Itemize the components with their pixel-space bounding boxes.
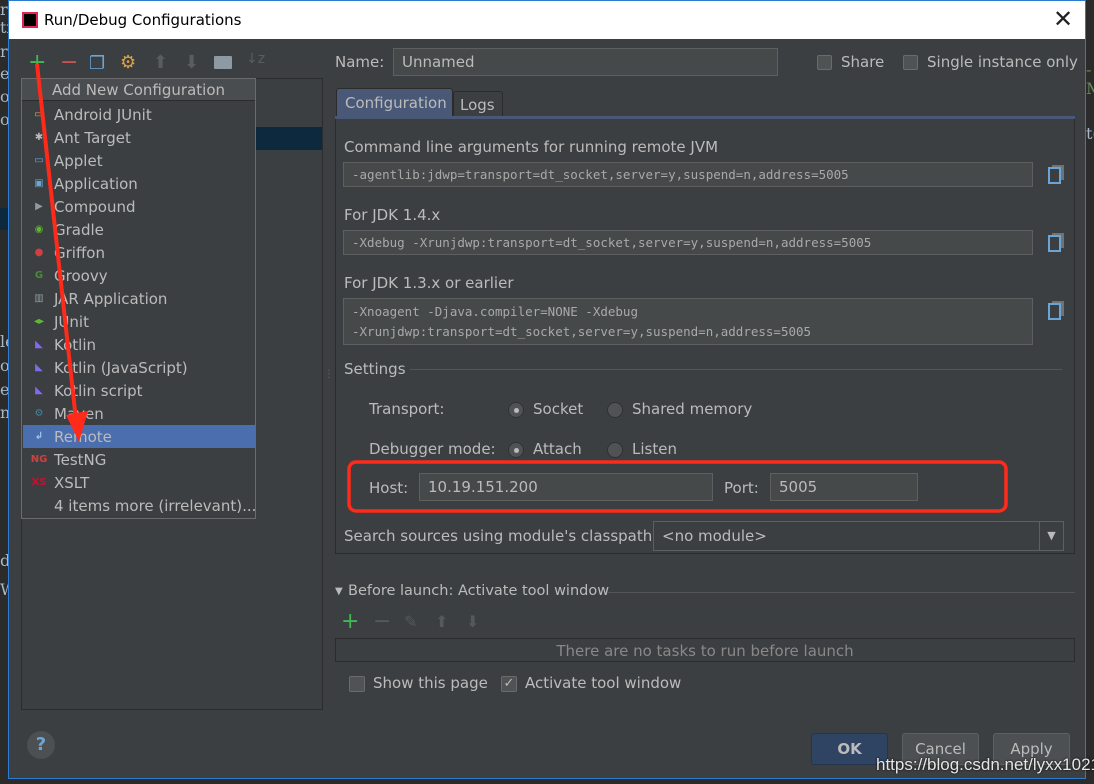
red-arrow-line (35, 63, 78, 421)
red-highlight-box (347, 460, 1008, 513)
annotation-layer (35, 63, 1008, 513)
watermark: https://blog.csdn.net/lyxx1021 (876, 755, 1094, 774)
red-arrow-head (66, 411, 88, 442)
